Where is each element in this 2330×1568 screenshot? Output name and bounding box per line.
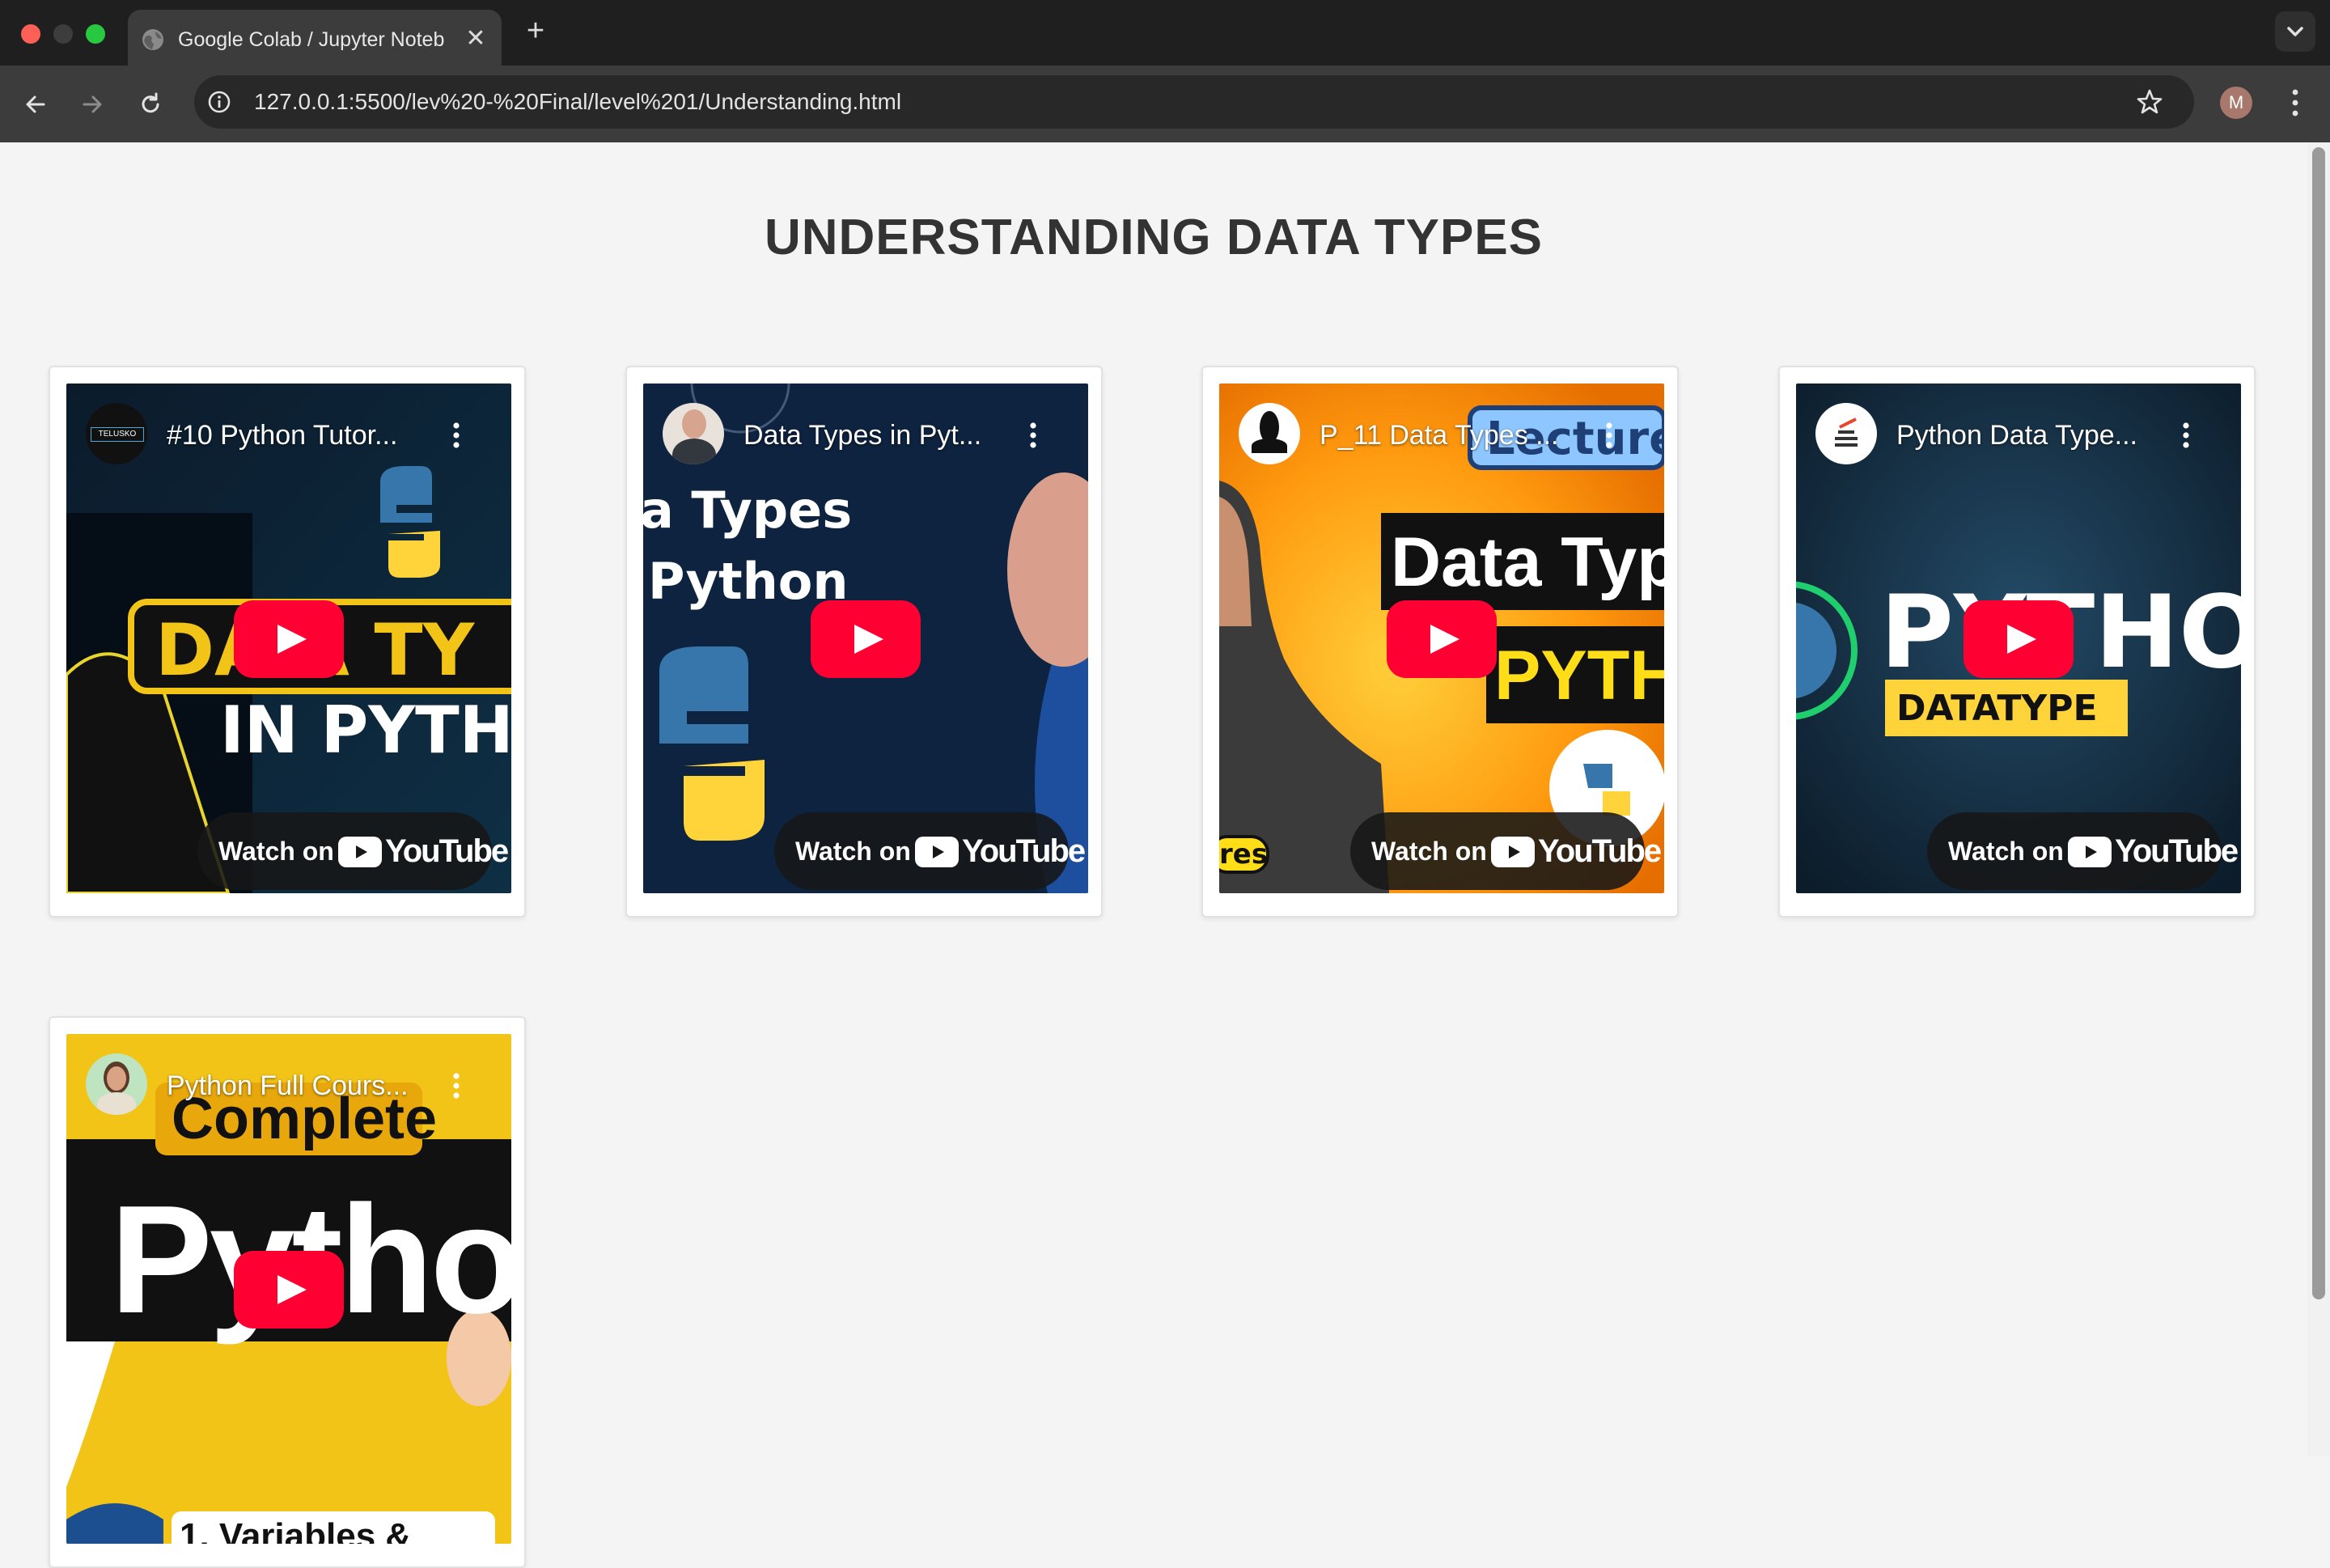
more-options-icon[interactable] [451, 1071, 461, 1100]
thumbnail-text: PYTHO [1494, 637, 1664, 714]
play-button-icon[interactable] [234, 1251, 344, 1329]
youtube-logo-icon [338, 837, 382, 867]
youtube-wordmark: YouTube [962, 833, 1086, 869]
video-embed[interactable]: DA A TY IN PYTH TELUSKO #10 Python Tutor… [66, 384, 511, 893]
video-title[interactable]: Data Types in Pyt... [743, 419, 1010, 451]
address-bar[interactable]: 127.0.0.1:5500/lev%20-%20Final/level%201… [194, 75, 2194, 129]
watch-on-label: Watch on [1948, 837, 2064, 866]
channel-avatar[interactable]: TELUSKO [86, 403, 147, 464]
back-button[interactable] [18, 87, 53, 122]
video-card: DA A TY IN PYTH TELUSKO #10 Python Tutor… [49, 366, 526, 917]
site-info-icon[interactable] [207, 90, 231, 114]
thumbnail-text: IN PYTH [220, 693, 511, 768]
forward-arrow-icon [83, 95, 102, 113]
close-window-button[interactable] [21, 24, 40, 44]
play-button-icon[interactable] [234, 600, 344, 678]
page-viewport: UNDERSTANDING DATA TYPES DA A TY [0, 142, 2307, 1568]
thumbnail-text: DATATYPE [1896, 688, 2098, 729]
new-tab-button[interactable]: + [521, 15, 550, 46]
browser-menu-icon[interactable] [2283, 84, 2307, 121]
video-embed[interactable]: Complete Python 1. Variables & Python Fu… [66, 1034, 511, 1544]
reload-button[interactable] [133, 87, 168, 122]
reload-icon [142, 92, 159, 113]
globe-icon [142, 29, 163, 50]
forward-button[interactable] [74, 87, 110, 122]
channel-badge: TELUSKO [91, 427, 144, 442]
channel-avatar[interactable] [663, 403, 724, 464]
youtube-logo-icon [915, 837, 959, 867]
more-options-icon[interactable] [451, 421, 461, 450]
video-title[interactable]: Python Full Cours... [167, 1070, 434, 1102]
youtube-wordmark: YouTube [385, 833, 509, 869]
watch-on-youtube-button[interactable]: Watch on YouTube [774, 812, 1086, 890]
watch-on-label: Watch on [218, 837, 334, 866]
url-text[interactable]: 127.0.0.1:5500/lev%20-%20Final/level%201… [254, 89, 901, 115]
play-button-icon[interactable] [1387, 600, 1497, 678]
chevron-down-icon [2287, 27, 2303, 36]
more-options-icon[interactable] [1028, 421, 1038, 450]
thumbnail-text: 1. Variables & [180, 1516, 412, 1544]
more-options-icon[interactable] [2181, 421, 2191, 450]
channel-avatar[interactable] [1815, 403, 1877, 464]
play-button-icon[interactable] [1964, 600, 2074, 678]
video-title[interactable]: #10 Python Tutor... [167, 419, 434, 451]
thumbnail-text: res [1219, 838, 1269, 871]
watch-on-youtube-button[interactable]: Watch on YouTube [1927, 812, 2239, 890]
page-title: UNDERSTANDING DATA TYPES [764, 210, 1544, 265]
minimize-window-button[interactable] [53, 24, 73, 44]
watch-on-youtube-button[interactable]: Watch on YouTube [197, 812, 509, 890]
youtube-logo-icon [2068, 837, 2112, 867]
video-embed[interactable]: a Types Python Data Types in Pyt... Watc… [643, 384, 1088, 893]
video-embed[interactable]: Lecture Data Typ PYTHO res P_11 Data Typ… [1219, 384, 1664, 893]
video-card: a Types Python Data Types in Pyt... Watc… [625, 366, 1103, 917]
video-card: PYTHO DATATYPE Python Data Type... Watch… [1778, 366, 2256, 917]
browser-tab[interactable]: Google Colab / Jupyter Noteb ✕ [128, 10, 502, 66]
youtube-wordmark: YouTube [1538, 833, 1662, 869]
more-options-icon[interactable] [1604, 421, 1614, 450]
maximize-window-button[interactable] [86, 24, 105, 44]
bookmark-star-icon[interactable] [2136, 88, 2163, 116]
browser-toolbar: 127.0.0.1:5500/lev%20-%20Final/level%201… [0, 66, 2330, 142]
youtube-wordmark: YouTube [2115, 833, 2239, 869]
profile-avatar[interactable]: M [2220, 87, 2252, 119]
channel-avatar[interactable] [86, 1053, 147, 1115]
watch-on-youtube-button[interactable]: Watch on YouTube [1350, 812, 1662, 890]
thumbnail-text: a Types [643, 481, 853, 540]
video-title[interactable]: Python Data Type... [1896, 419, 2163, 451]
channel-logo-icon [1835, 417, 1858, 447]
back-arrow-icon [26, 95, 45, 113]
video-title[interactable]: P_11 Data Types ... [1320, 419, 1587, 451]
youtube-logo-icon [1491, 837, 1535, 867]
tab-search-button[interactable] [2275, 11, 2315, 52]
video-card: Complete Python 1. Variables & Python Fu… [49, 1016, 526, 1568]
close-tab-icon[interactable]: ✕ [463, 26, 489, 52]
video-embed[interactable]: PYTHO DATATYPE Python Data Type... Watch… [1796, 384, 2241, 893]
play-button-icon[interactable] [811, 600, 921, 678]
channel-avatar[interactable] [1239, 403, 1300, 464]
watch-on-label: Watch on [1371, 837, 1487, 866]
vertical-scrollbar[interactable] [2307, 142, 2330, 1456]
browser-tab-strip: Google Colab / Jupyter Noteb ✕ + [0, 0, 2330, 66]
scrollbar-thumb[interactable] [2312, 147, 2325, 1299]
thumbnail-text: Data Typ [1391, 523, 1664, 601]
watch-on-label: Watch on [795, 837, 911, 866]
tab-title: Google Colab / Jupyter Noteb [178, 28, 445, 51]
video-card: Lecture Data Typ PYTHO res P_11 Data Typ… [1201, 366, 1679, 917]
